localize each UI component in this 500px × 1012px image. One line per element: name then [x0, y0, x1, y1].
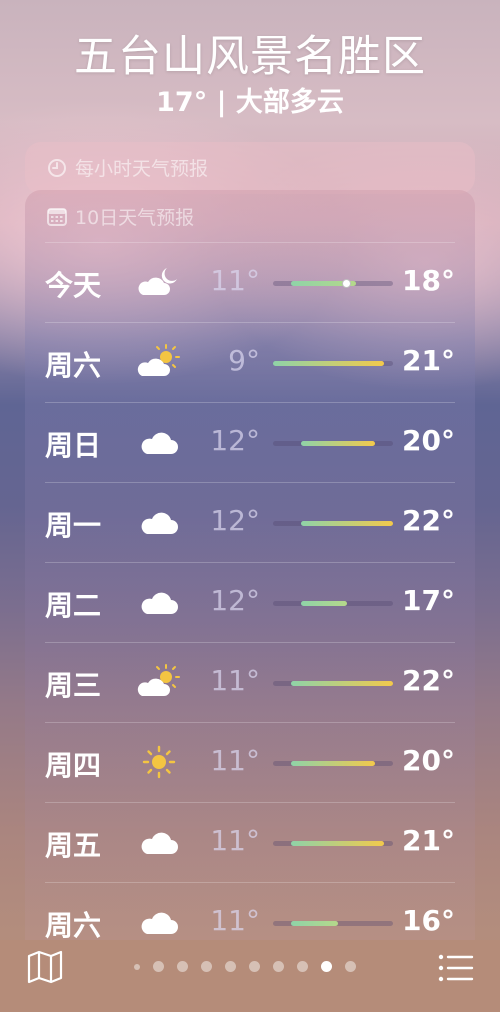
temperature-range-bar	[273, 761, 393, 766]
temperature-range-fill	[291, 841, 384, 846]
high-temp: 20°	[402, 424, 455, 457]
bottom-toolbar	[0, 940, 500, 1012]
high-temp: 21°	[402, 824, 455, 857]
page-dot[interactable]	[249, 961, 260, 972]
row-divider	[45, 642, 455, 643]
row-divider	[45, 882, 455, 883]
list-icon[interactable]	[438, 953, 474, 983]
high-temp: 17°	[402, 584, 455, 617]
low-temp: 12°	[210, 424, 260, 457]
low-temp: 12°	[210, 504, 260, 537]
row-divider	[45, 562, 455, 563]
row-divider	[45, 242, 455, 243]
hourly-forecast-card[interactable]: 每小时天气预报	[25, 142, 475, 194]
high-temp: 18°	[402, 264, 455, 297]
forecast-day: 今天	[45, 269, 102, 302]
forecast-day: 周日	[45, 429, 102, 462]
partly-sunny-icon	[137, 342, 181, 382]
forecast-row[interactable]: 周日 12° 20°	[45, 402, 455, 482]
temperature-range-fill	[291, 921, 338, 926]
forecast-row[interactable]: 周三 11° 22°	[45, 642, 455, 722]
cloud-icon	[137, 902, 181, 942]
low-temp: 12°	[210, 584, 260, 617]
high-temp: 16°	[402, 904, 455, 937]
cloud-icon	[137, 502, 181, 542]
low-temp: 11°	[210, 664, 260, 697]
low-temp: 11°	[210, 824, 260, 857]
row-divider	[45, 482, 455, 483]
cloud-icon	[137, 422, 181, 462]
page-dot[interactable]	[297, 961, 308, 972]
page-dot[interactable]	[134, 963, 140, 970]
temperature-range-fill	[273, 361, 384, 366]
location-title: 五台山风景名胜区	[74, 32, 426, 82]
temperature-range-fill	[291, 761, 375, 766]
page-dot[interactable]	[201, 961, 212, 972]
page-dot[interactable]	[225, 961, 236, 972]
forecast-day: 周三	[45, 669, 102, 702]
cloud-icon	[137, 582, 181, 622]
high-temp: 20°	[402, 744, 455, 777]
temperature-range-bar	[273, 921, 393, 926]
row-divider	[45, 402, 455, 403]
temperature-range-bar	[273, 841, 393, 846]
forecast-row[interactable]: 周六 9° 21°	[45, 322, 455, 402]
clock-icon	[48, 158, 66, 177]
partly-sunny-icon	[137, 662, 181, 702]
forecast-row[interactable]: 周四 11° 20°	[45, 722, 455, 802]
temperature-range-bar	[273, 279, 393, 288]
low-temp: 11°	[210, 264, 260, 297]
sun-icon	[137, 742, 181, 782]
page-dot[interactable]	[153, 961, 164, 972]
page-indicator[interactable]	[134, 961, 356, 972]
temperature-range-fill	[291, 681, 393, 686]
high-temp: 22°	[402, 504, 455, 537]
temperature-range-bar	[273, 601, 393, 606]
forecast-row[interactable]: 周五 11° 21°	[45, 802, 455, 882]
current-conditions: 17° | 大部多云	[156, 87, 344, 118]
page-dot[interactable]	[273, 961, 284, 972]
forecast-row[interactable]: 周二 12° 17°	[45, 562, 455, 642]
forecast-day: 周五	[45, 829, 102, 862]
forecast-day: 周六	[45, 349, 102, 382]
temperature-range-bar	[273, 361, 393, 366]
forecast-day: 周二	[45, 589, 102, 622]
page-dot[interactable]	[345, 961, 356, 972]
temperature-range-bar	[273, 441, 393, 446]
daily-forecast-title: 10日天气预报	[75, 207, 195, 229]
low-temp: 11°	[210, 904, 260, 937]
page-dot[interactable]	[177, 961, 188, 972]
low-temp: 11°	[210, 744, 260, 777]
calendar-icon	[47, 208, 67, 226]
cloud-icon	[137, 822, 181, 862]
daily-forecast-card: 10日天气预报 今天 11° 18° 周六 9° 21° 周日 12° 20° 周一 12° 22° 周…	[25, 190, 475, 950]
forecast-day: 周六	[45, 909, 102, 942]
temperature-range-fill	[300, 601, 347, 606]
temperature-range-fill	[300, 441, 375, 446]
temperature-range-fill	[300, 521, 393, 526]
hourly-forecast-title: 每小时天气预报	[75, 158, 209, 180]
forecast-day: 周四	[45, 749, 102, 782]
high-temp: 22°	[402, 664, 455, 697]
current-temp-marker	[342, 279, 352, 288]
partly-cloudy-night-icon	[137, 262, 181, 302]
high-temp: 21°	[402, 344, 455, 377]
temperature-range-bar	[273, 521, 393, 526]
forecast-row[interactable]: 周一 12° 22°	[45, 482, 455, 562]
row-divider	[45, 802, 455, 803]
low-temp: 9°	[228, 344, 260, 377]
temperature-range-bar	[273, 681, 393, 686]
page-dot-current[interactable]	[321, 961, 332, 972]
row-divider	[45, 322, 455, 323]
forecast-day: 周一	[45, 509, 102, 542]
map-icon[interactable]	[27, 950, 63, 984]
forecast-row[interactable]: 今天 11° 18°	[45, 242, 455, 322]
row-divider	[45, 722, 455, 723]
